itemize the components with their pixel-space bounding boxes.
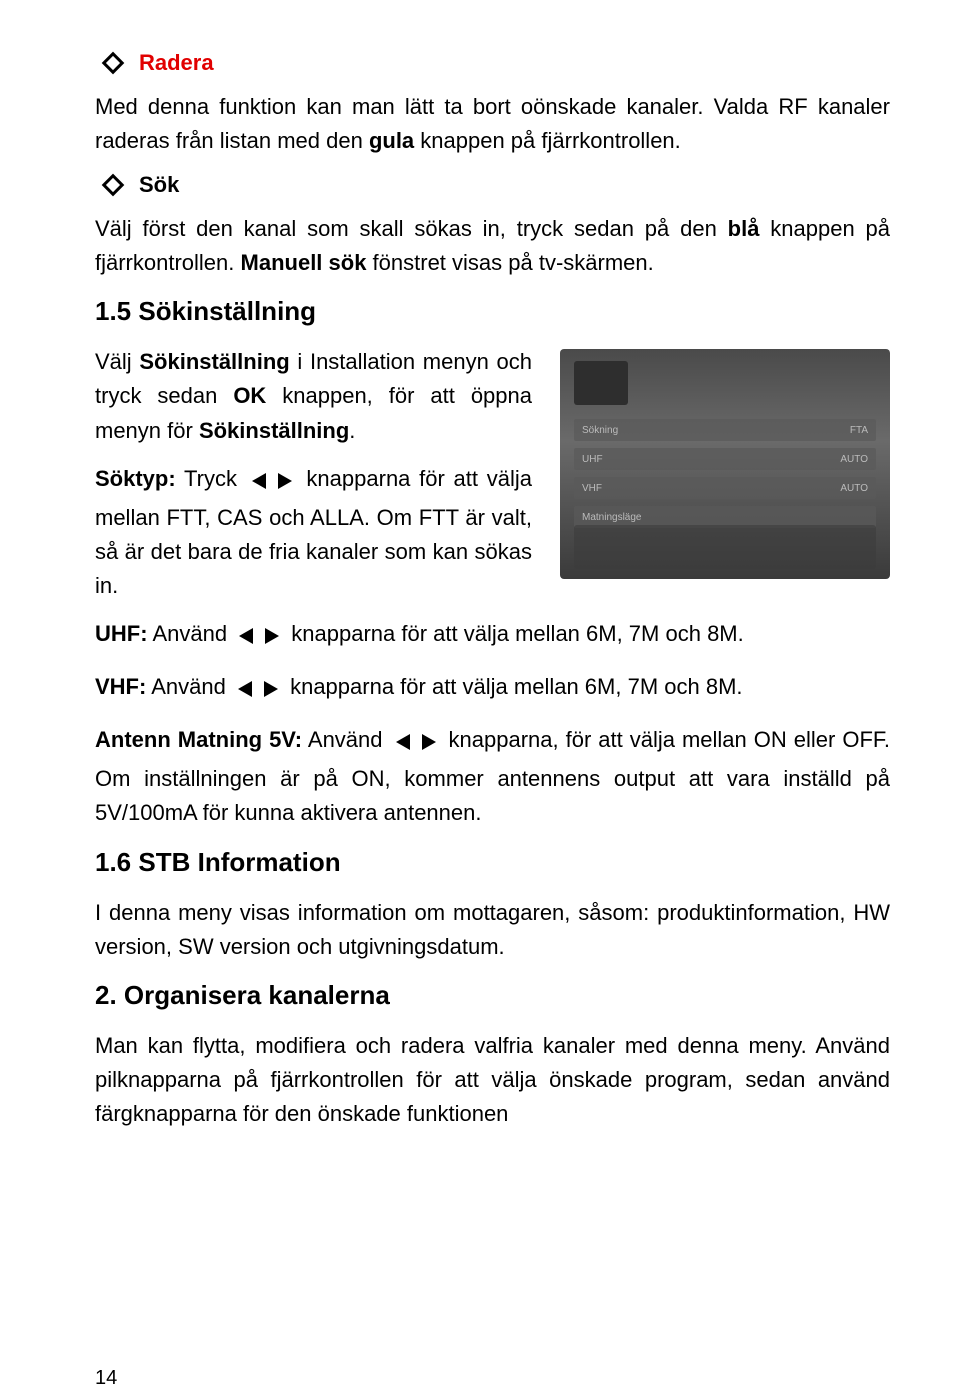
page-number: 14 xyxy=(95,1367,117,1390)
p15-vhf: VHF: Använd knapparna för att välja mell… xyxy=(95,670,890,709)
left-right-arrow-icon xyxy=(396,728,436,762)
left-right-arrow-icon xyxy=(238,675,278,709)
screenshot-row: UHFAUTO xyxy=(574,448,876,470)
text: knappen på fjärrkontrollen. xyxy=(414,128,681,153)
sok-paragraph: Välj först den kanal som skall sökas in,… xyxy=(95,212,890,280)
bold-gula: gula xyxy=(369,128,414,153)
text: knapparna för att välja mellan 6M, 7M oc… xyxy=(284,674,743,699)
diamond-icon xyxy=(102,52,125,75)
text: Använd xyxy=(148,621,234,646)
bullet-sok: Sök xyxy=(95,172,890,198)
screenshot-row: VHFAUTO xyxy=(574,477,876,499)
p15-uhf: UHF: Använd knapparna för att välja mell… xyxy=(95,617,890,656)
label-vhf: VHF: xyxy=(95,674,146,699)
text: Välj först den kanal som skall sökas in,… xyxy=(95,216,728,241)
label-uhf: UHF: xyxy=(95,621,148,646)
bold: OK xyxy=(233,383,266,408)
screenshot-footer xyxy=(574,525,876,569)
p2-text: Man kan flytta, modifiera och radera val… xyxy=(95,1029,890,1131)
bold: Sökinställning xyxy=(199,418,349,443)
diamond-icon xyxy=(102,174,125,197)
screenshot-preview-box xyxy=(574,361,628,405)
bullet-title-radera: Radera xyxy=(139,50,214,76)
bold-manuell: Manuell sök xyxy=(241,250,367,275)
bullet-title-sok: Sök xyxy=(139,172,179,198)
text: knapparna för att välja mellan 6M, 7M oc… xyxy=(285,621,744,646)
section-1-5-body: SökningFTA UHFAUTO VHFAUTO Matningsläge … xyxy=(95,345,890,830)
p16-text: I denna meny visas information om mottag… xyxy=(95,896,890,964)
screenshot-rows: SökningFTA UHFAUTO VHFAUTO Matningsläge xyxy=(574,419,876,535)
heading-1-5: 1.5 Sökinställning xyxy=(95,296,890,327)
left-right-arrow-icon xyxy=(252,467,292,501)
label-soktyp: Söktyp: xyxy=(95,466,176,491)
radera-paragraph: Med denna funktion kan man lätt ta bort … xyxy=(95,90,890,158)
text: Använd xyxy=(302,727,389,752)
bold: Sökinställning xyxy=(139,349,289,374)
bold-bla: blå xyxy=(728,216,760,241)
text: Tryck xyxy=(176,466,246,491)
screenshot-row: SökningFTA xyxy=(574,419,876,441)
text: fönstret visas på tv-skärmen. xyxy=(366,250,653,275)
p15-antenn: Antenn Matning 5V: Använd knapparna, för… xyxy=(95,723,890,830)
label-antenn: Antenn Matning 5V: xyxy=(95,727,302,752)
text: . xyxy=(349,418,355,443)
text: Välj xyxy=(95,349,139,374)
text: Använd xyxy=(146,674,232,699)
heading-1-6: 1.6 STB Information xyxy=(95,847,890,878)
bullet-radera: Radera xyxy=(95,50,890,76)
left-right-arrow-icon xyxy=(239,622,279,656)
heading-2: 2. Organisera kanalerna xyxy=(95,980,890,1011)
tv-screenshot: SökningFTA UHFAUTO VHFAUTO Matningsläge xyxy=(560,349,890,579)
